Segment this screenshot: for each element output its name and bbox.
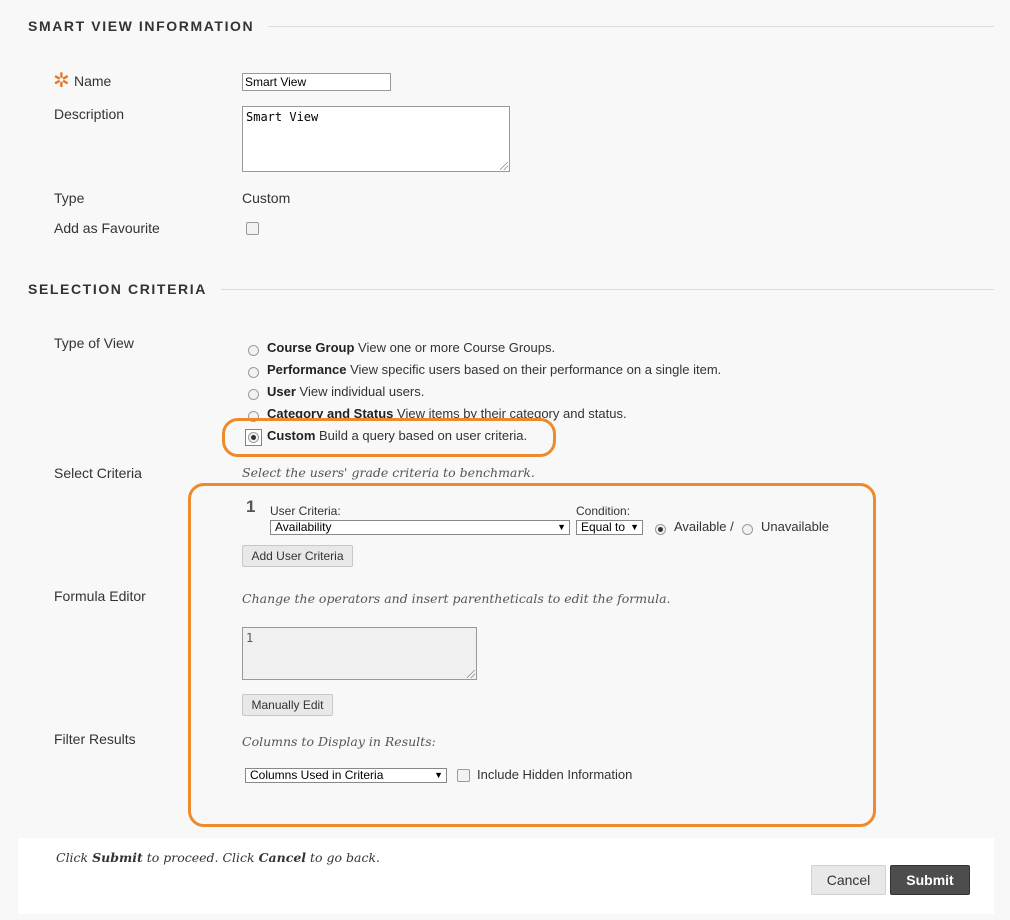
option-user: User View individual users. — [267, 384, 425, 399]
cancel-button[interactable]: Cancel — [811, 865, 886, 895]
highlight-custom-option — [222, 418, 556, 457]
formula-editor-label: Formula Editor — [54, 588, 146, 604]
filter-results-label: Filter Results — [54, 731, 136, 747]
name-label: Name — [74, 73, 112, 89]
footer-instruction: Click Submit to proceed. Click Cancel to… — [56, 850, 381, 865]
radio-performance[interactable] — [248, 367, 259, 378]
option-course-group: Course Group View one or more Course Gro… — [267, 340, 556, 355]
footer-bar: Click Submit to proceed. Click Cancel to… — [18, 838, 994, 914]
type-label: Type — [54, 190, 85, 206]
type-of-view-label: Type of View — [54, 335, 134, 351]
description-textarea[interactable]: Smart View — [242, 106, 510, 172]
select-criteria-hint: Select the users' grade criteria to benc… — [242, 465, 535, 480]
favourite-checkbox[interactable] — [246, 222, 259, 235]
select-criteria-label: Select Criteria — [54, 465, 142, 481]
radio-user[interactable] — [248, 389, 259, 400]
required-asterisk-icon: ✲ — [53, 70, 70, 92]
option-performance: Performance View specific users based on… — [267, 362, 722, 377]
section-title-info: SMART VIEW INFORMATION — [28, 18, 269, 34]
description-label: Description — [54, 106, 125, 122]
resize-grip-icon[interactable] — [500, 162, 508, 170]
section-title-criteria: SELECTION CRITERIA — [28, 281, 221, 297]
type-value: Custom — [242, 190, 291, 206]
radio-course-group[interactable] — [248, 345, 259, 356]
submit-button[interactable]: Submit — [890, 865, 970, 895]
name-input[interactable] — [242, 73, 391, 91]
highlight-criteria-area — [188, 483, 876, 827]
favourite-label: Add as Favourite — [54, 220, 160, 236]
